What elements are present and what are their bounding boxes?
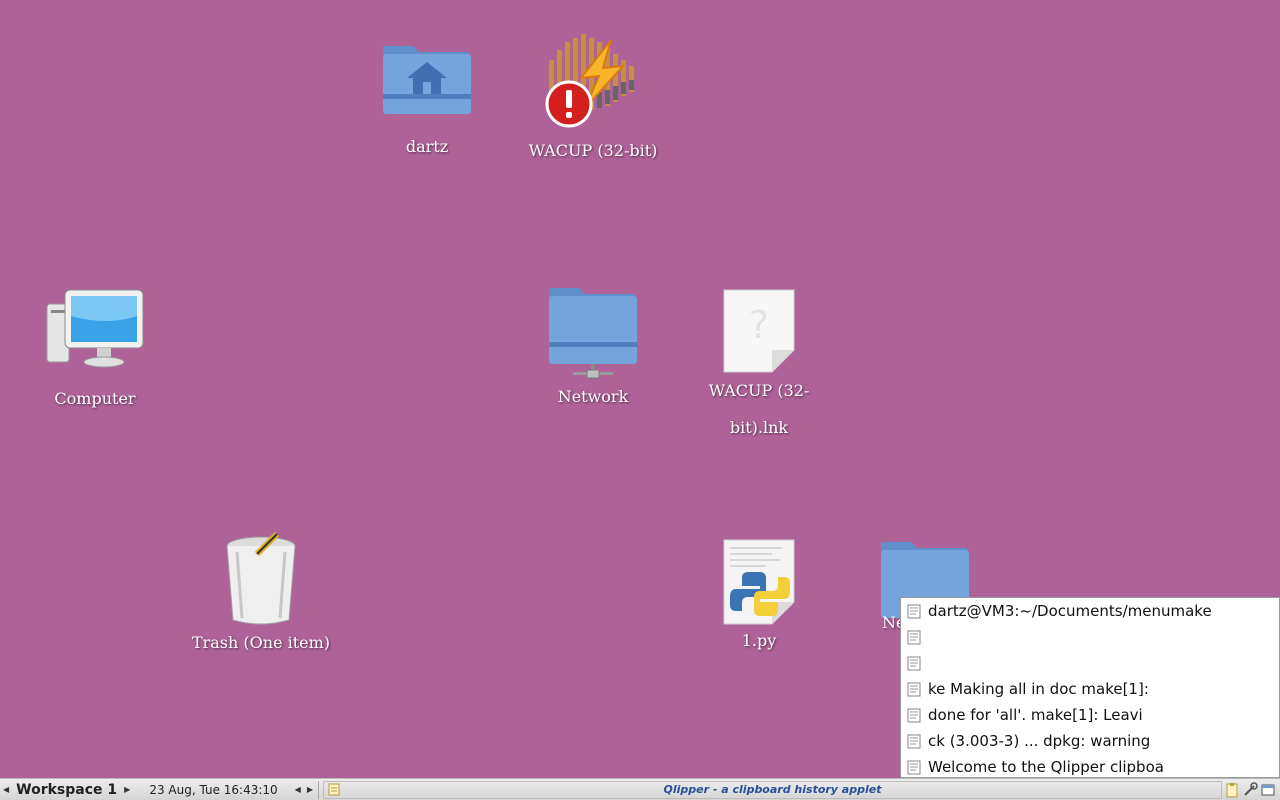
clipboard-item-icon — [907, 656, 921, 670]
clipboard-history-item[interactable]: ke Making all in doc make[1]: — [901, 676, 1279, 702]
clipboard-history-item[interactable] — [901, 650, 1279, 676]
taskbar: ◀ Workspace 1 ▶ 23 Aug, Tue 16:43:10 ◀ ▶… — [0, 778, 1280, 800]
taskbar-separator — [317, 780, 319, 799]
svg-text:?: ? — [749, 303, 769, 347]
clipboard-tray-icon[interactable] — [1224, 782, 1240, 798]
clock[interactable]: 23 Aug, Tue 16:43:10 — [133, 783, 291, 797]
desktop-icon-label: 1.py — [741, 631, 777, 650]
clipboard-item-text: dartz@VM3:~/Documents/menumake — [928, 602, 1212, 620]
unknown-file-icon: ? — [723, 289, 795, 373]
clipboard-item-text: Welcome to the Qlipper clipboa — [928, 758, 1164, 776]
tools-tray-icon[interactable] — [1242, 781, 1258, 798]
desktop-icon-wacup-lnk[interactable]: ? WACUP (32- bit).lnk — [679, 288, 839, 446]
clipboard-item-text: ck (3.003-3) ... dpkg: warning — [928, 732, 1151, 750]
clipboard-item-icon — [907, 682, 921, 696]
workspace-next-arrow-icon[interactable]: ▶ — [121, 785, 133, 794]
clipboard-history-item[interactable]: Welcome to the Qlipper clipboa — [901, 754, 1279, 780]
desktop-icon-py[interactable]: 1.py — [679, 538, 839, 659]
window-tray-icon[interactable] — [1260, 782, 1276, 798]
network-folder-icon — [549, 288, 637, 379]
label-line-1: WACUP (32- — [708, 381, 810, 400]
clipboard-history-item[interactable] — [901, 624, 1279, 650]
label-line-2: bit).lnk — [729, 418, 789, 437]
clipboard-item-icon — [907, 604, 921, 618]
clipboard-history-item[interactable]: ck (3.003-3) ... dpkg: warning — [901, 728, 1279, 754]
desktop-icon-wacup[interactable]: WACUP (32-bit) — [513, 30, 673, 169]
python-file-icon — [723, 539, 795, 625]
workspace-name[interactable]: Workspace 1 — [12, 782, 121, 798]
system-tray — [1224, 781, 1280, 798]
task-button-qlipper[interactable]: Qlipper - a clipboard history applet — [322, 780, 1222, 799]
desktop-icon-network[interactable]: Network — [513, 288, 673, 415]
clipboard-history-item[interactable]: dartz@VM3:~/Documents/menumake — [901, 598, 1279, 624]
desktop-icon-computer[interactable]: Computer — [15, 288, 175, 417]
desktop-icon-label: Computer — [54, 389, 136, 408]
clipboard-item-text: done for 'all'. make[1]: Leavi — [928, 706, 1143, 724]
clipboard-item-icon — [907, 708, 921, 722]
clipboard-item-text: ke Making all in doc make[1]: — [928, 680, 1149, 698]
desktop-icon-label: dartz — [405, 137, 449, 156]
clipboard-item-icon — [907, 734, 921, 748]
computer-icon — [46, 289, 144, 368]
task-title: Qlipper - a clipboard history applet — [663, 783, 882, 796]
trash-icon — [226, 532, 296, 625]
tasks-next-arrow-icon[interactable]: ▶ — [304, 785, 316, 794]
desktop-icon-trash[interactable]: Trash (One item) — [181, 532, 341, 661]
qlipper-app-icon — [328, 783, 340, 795]
clipboard-item-icon — [907, 630, 921, 644]
desktop-icon-label: Network — [557, 387, 629, 406]
desktop-icon-label: WACUP (32- bit).lnk — [679, 372, 839, 446]
desktop-icon-label: Trash (One item) — [191, 633, 331, 652]
qlipper-history-menu: dartz@VM3:~/Documents/menumake ke Making… — [900, 597, 1280, 778]
wacup-app-icon — [545, 34, 634, 128]
desktop-icon-label: WACUP (32-bit) — [528, 141, 658, 160]
desktop-icon-home[interactable]: dartz — [347, 36, 507, 165]
clipboard-item-icon — [907, 760, 921, 774]
home-folder-icon — [383, 46, 471, 114]
workspace-prev-arrow-icon[interactable]: ◀ — [0, 785, 12, 794]
tasks-prev-arrow-icon[interactable]: ◀ — [292, 785, 304, 794]
clipboard-history-item[interactable]: done for 'all'. make[1]: Leavi — [901, 702, 1279, 728]
